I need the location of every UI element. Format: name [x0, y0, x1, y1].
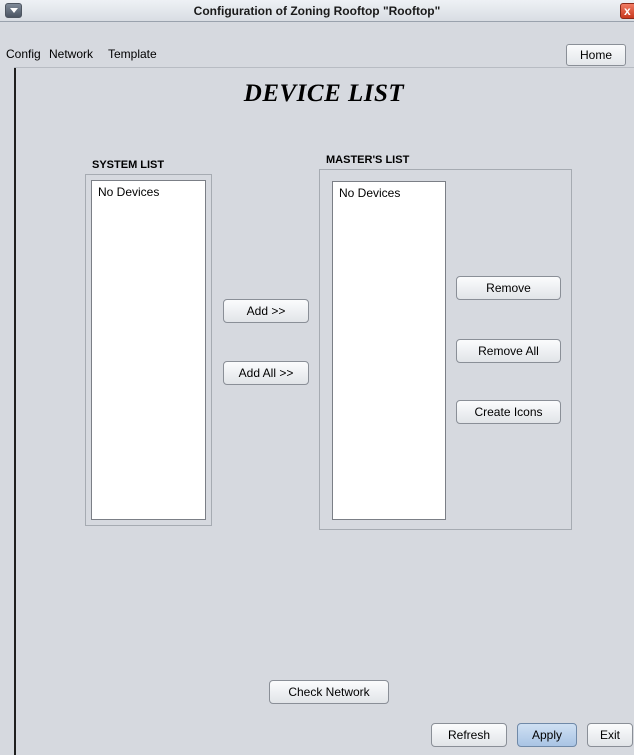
- list-item[interactable]: No Devices: [98, 185, 205, 199]
- left-border: [14, 68, 16, 755]
- remove-button[interactable]: Remove: [456, 276, 561, 300]
- window-title: Configuration of Zoning Rooftop "Rooftop…: [193, 4, 441, 18]
- menu-divider: [14, 67, 634, 68]
- masters-list-label: MASTER'S LIST: [326, 154, 410, 166]
- masters-list[interactable]: No Devices: [332, 181, 446, 520]
- refresh-button[interactable]: Refresh: [431, 723, 507, 747]
- create-icons-button[interactable]: Create Icons: [456, 400, 561, 424]
- menu-item-network[interactable]: Network: [49, 44, 93, 64]
- check-network-button[interactable]: Check Network: [269, 680, 389, 704]
- system-list[interactable]: No Devices: [91, 180, 206, 520]
- add-button[interactable]: Add >>: [223, 299, 309, 323]
- menu-item-config[interactable]: Config: [6, 44, 41, 64]
- home-button[interactable]: Home: [566, 44, 626, 66]
- exit-button[interactable]: Exit: [587, 723, 633, 747]
- remove-all-button[interactable]: Remove All: [456, 339, 561, 363]
- menu-item-template[interactable]: Template: [108, 44, 157, 64]
- page-title: DEVICE LIST: [243, 80, 405, 107]
- add-all-button[interactable]: Add All >>: [223, 361, 309, 385]
- apply-button[interactable]: Apply: [517, 723, 577, 747]
- system-list-label: SYSTEM LIST: [92, 159, 165, 171]
- close-icon[interactable]: x: [620, 3, 634, 19]
- list-item[interactable]: No Devices: [339, 186, 445, 200]
